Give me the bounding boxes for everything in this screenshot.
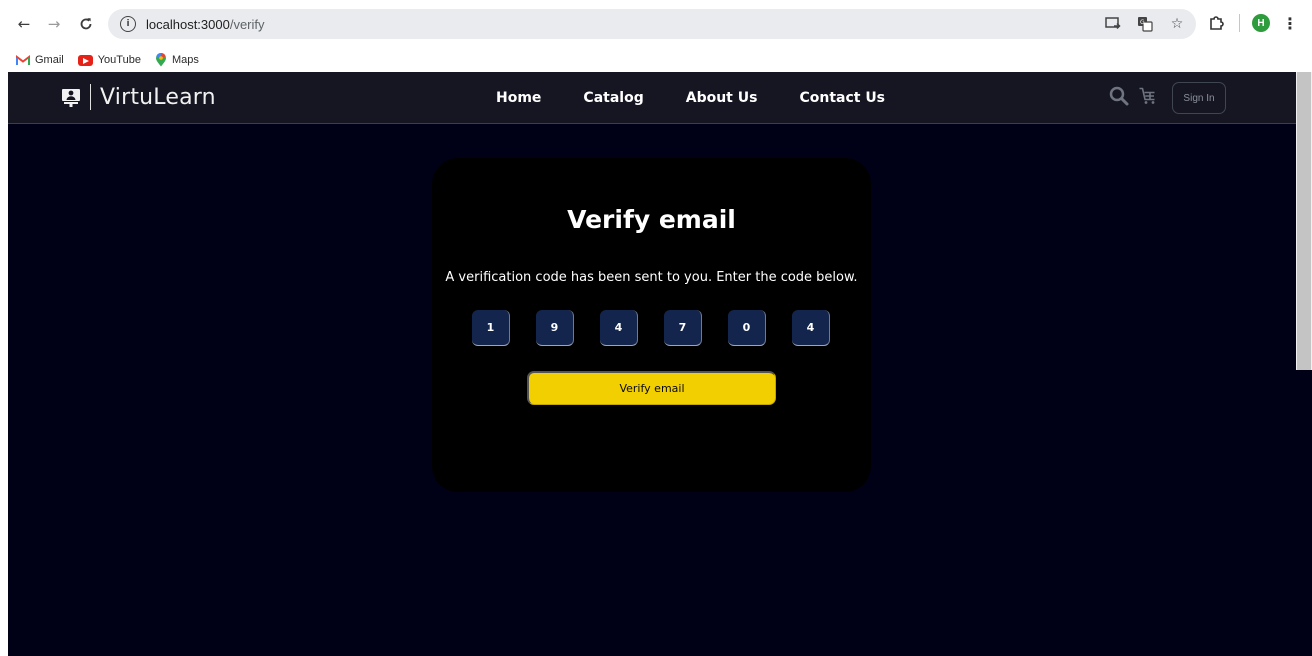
- brand[interactable]: VirtuLearn: [60, 84, 216, 110]
- browser-toolbar: ← → i localhost:3000/verify G ☆ H ⋮: [0, 0, 1312, 48]
- bookmark-label: YouTube: [97, 54, 141, 66]
- bookmark-label: Maps: [171, 54, 199, 66]
- page-title: Verify email: [567, 205, 736, 234]
- verify-description: A verification code has been sent to you…: [445, 270, 858, 285]
- reload-icon[interactable]: [76, 14, 96, 34]
- otp-digit-5[interactable]: 0: [728, 310, 766, 346]
- bookmark-youtube[interactable]: YouTube: [77, 54, 141, 66]
- otp-digit-2[interactable]: 9: [536, 310, 574, 346]
- search-icon[interactable]: [1108, 85, 1130, 112]
- url-path: /verify: [229, 16, 265, 32]
- cart-icon[interactable]: [1138, 86, 1158, 111]
- classroom-logo-icon: [60, 86, 82, 108]
- cast-icon[interactable]: [1104, 15, 1122, 33]
- back-arrow-icon[interactable]: ←: [14, 14, 34, 34]
- gmail-icon: [16, 54, 30, 66]
- address-url[interactable]: localhost:3000/verify: [146, 17, 265, 32]
- otp-digit-4[interactable]: 7: [664, 310, 702, 346]
- otp-digit-3[interactable]: 4: [600, 310, 638, 346]
- youtube-icon: [77, 54, 93, 66]
- verify-email-card: Verify email A verification code has bee…: [432, 158, 871, 492]
- nav-about-us[interactable]: About Us: [686, 90, 758, 106]
- browser-menu-icon[interactable]: ⋮: [1282, 14, 1298, 33]
- otp-input-group: 1 9 4 7 0 4: [472, 310, 830, 346]
- bookmark-label: Gmail: [35, 54, 64, 66]
- address-bar[interactable]: i localhost:3000/verify G ☆: [108, 9, 1196, 39]
- sign-in-button[interactable]: Sign In: [1172, 82, 1226, 114]
- scrollbar-thumb[interactable]: [1297, 72, 1311, 370]
- otp-digit-1[interactable]: 1: [472, 310, 510, 346]
- brand-name: VirtuLearn: [100, 84, 216, 110]
- main-nav: Home Catalog About Us Contact Us: [496, 90, 885, 106]
- extensions-icon[interactable]: [1205, 12, 1227, 34]
- maps-icon: [155, 53, 167, 67]
- page-edge: [1296, 370, 1312, 656]
- translate-icon[interactable]: G: [1136, 15, 1154, 33]
- bookmarks-bar: Gmail YouTube Maps: [0, 48, 1312, 72]
- bookmark-maps[interactable]: Maps: [155, 53, 199, 67]
- forward-arrow-icon[interactable]: →: [44, 14, 64, 34]
- toolbar-separator: [1239, 14, 1240, 32]
- bookmark-gmail[interactable]: Gmail: [16, 54, 64, 66]
- url-host: localhost:3000: [146, 16, 230, 32]
- site-header: VirtuLearn Home Catalog About Us Contact…: [8, 72, 1296, 124]
- profile-avatar[interactable]: H: [1252, 14, 1270, 32]
- nav-home[interactable]: Home: [496, 90, 541, 106]
- nav-catalog[interactable]: Catalog: [583, 90, 643, 106]
- nav-contact-us[interactable]: Contact Us: [799, 90, 885, 106]
- verify-email-button[interactable]: Verify email: [527, 371, 776, 405]
- site-info-icon[interactable]: i: [120, 16, 136, 32]
- header-actions: Sign In: [1108, 82, 1226, 114]
- otp-digit-6[interactable]: 4: [792, 310, 830, 346]
- brand-divider: [90, 84, 91, 110]
- bookmark-star-icon[interactable]: ☆: [1168, 15, 1186, 33]
- svg-text:G: G: [1140, 19, 1145, 26]
- page-viewport: VirtuLearn Home Catalog About Us Contact…: [8, 72, 1296, 656]
